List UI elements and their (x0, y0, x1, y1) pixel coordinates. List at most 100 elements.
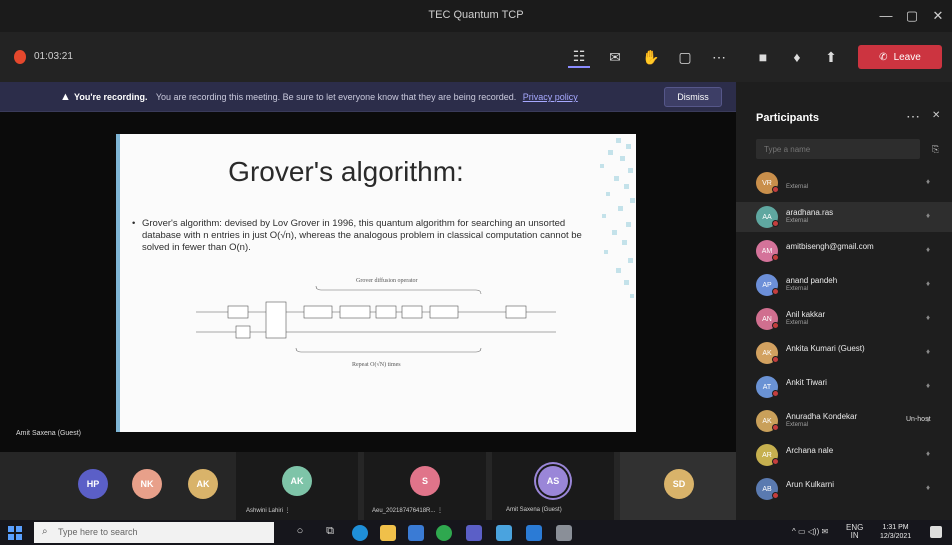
title-bar: TEC Quantum TCP — ▢ ✕ (0, 0, 952, 32)
participant-tile[interactable]: S Aeu_202187476418R... ⋮ (364, 452, 486, 520)
tray-region: IN (850, 531, 859, 540)
participants-panel: Participants ⋯ ✕ ⎘ VRExternal♦AAaradhana… (736, 82, 952, 520)
banner-message: You are recording this meeting. Be sure … (155, 92, 517, 102)
banner-text: You're recording. You are recording this… (74, 92, 578, 102)
more-options-icon[interactable]: ⋯ (906, 108, 920, 125)
participant-avatar: NK (132, 469, 162, 499)
clock-time: 1:31 PM (882, 524, 909, 531)
presenter-name-tag: Amit Saxena (Guest) (16, 430, 81, 437)
participant-name: Ankit Tiwari (786, 378, 827, 387)
mic-icon: ♦ (926, 347, 931, 356)
mic-icon: ♦ (926, 177, 931, 186)
chrome-icon[interactable] (436, 525, 452, 541)
input-language[interactable]: ENG IN (846, 524, 863, 540)
leave-button-label: Leave (893, 51, 921, 63)
participant-tile-name: Aeu_202187476418R... ⋮ (372, 508, 444, 514)
mic-muted-indicator-icon (772, 186, 779, 193)
window-title: TEC Quantum TCP (428, 9, 524, 21)
participant-subtitle: External (786, 184, 809, 190)
participant-tile[interactable]: AK Ashwini Lahiri ⋮ (236, 452, 358, 520)
participant-row[interactable]: AM amitbisengh@gmail.com ♦ (736, 236, 952, 266)
leave-button[interactable]: ✆ Leave (858, 45, 942, 69)
settings-app-icon[interactable] (556, 525, 572, 541)
slide-title: Grover's algorithm: (228, 156, 464, 187)
participant-tile-group[interactable]: HP NK AK (60, 452, 230, 520)
participant-avatar: AS (538, 466, 568, 496)
participant-row[interactable]: AK Anuradha Kondekar External Un-host ♦ (736, 406, 952, 436)
share-screen-icon[interactable]: ⬆ (820, 46, 842, 68)
people-icon[interactable]: ☷ (568, 46, 590, 68)
participant-row[interactable]: AK Ankita Kumari (Guest) ♦ (736, 338, 952, 368)
chat-icon[interactable]: ✉ (604, 46, 626, 68)
presentation-slide: Grover's algorithm: • Grover's algorithm… (116, 134, 636, 432)
circuit-bottom-label: Repeat O(√N) times (352, 361, 401, 368)
participant-row[interactable]: AB Arun Kulkarni ♦ (736, 474, 952, 504)
participant-subtitle: External (786, 286, 809, 292)
participant-tile-name: Ashwini Lahiri ⋮ (246, 508, 291, 514)
tray-icons[interactable]: ^ ▭ ◁)) ✉ (792, 527, 828, 536)
raise-hand-icon[interactable]: ✋ (640, 46, 662, 68)
recording-banner: ▲ You're recording. You are recording th… (0, 82, 736, 112)
mic-icon: ♦ (926, 381, 931, 390)
app-icon[interactable] (496, 525, 512, 541)
camera-icon[interactable]: ■ (752, 46, 774, 68)
close-window-button[interactable]: ✕ (928, 6, 948, 26)
clock-date: 12/3/2021 (880, 533, 912, 540)
taskbar-search[interactable]: ⌕ Type here to search (34, 522, 274, 543)
windows-start-icon[interactable] (8, 526, 22, 540)
circuit-top-label: Grover diffusion operator (356, 277, 418, 284)
participant-row[interactable]: AN Anil kakkar External ♦ (736, 304, 952, 334)
search-icon: ⌕ (42, 526, 48, 537)
share-invite-icon[interactable]: ⎘ (932, 144, 939, 155)
participant-tile-speaking[interactable]: AS Amit Saxena (Guest) (492, 452, 614, 520)
mic-icon: ♦ (926, 415, 931, 424)
edge-browser-icon[interactable] (352, 525, 368, 541)
mic-muted-indicator-icon (772, 288, 779, 295)
mic-muted-indicator-icon (772, 220, 779, 227)
participant-subtitle: External (786, 320, 809, 326)
cortana-icon[interactable]: ○ (292, 525, 308, 541)
slide-body-text: Grover's algorithm: devised by Lov Grove… (142, 218, 582, 253)
maximize-button[interactable]: ▢ (902, 6, 922, 26)
participant-avatar: HP (78, 469, 108, 499)
participant-name: Ankita Kumari (Guest) (786, 344, 865, 353)
recording-indicator-icon (14, 50, 26, 64)
dismiss-button[interactable]: Dismiss (664, 87, 722, 107)
participant-avatar: SD (664, 469, 694, 499)
participant-row[interactable]: VR External ♦ (736, 168, 952, 198)
participant-row[interactable]: AP anand pandeh External ♦ (736, 270, 952, 300)
mic-muted-indicator-icon (772, 458, 779, 465)
privacy-policy-link[interactable]: Privacy policy (523, 92, 578, 102)
participant-avatar: AK (282, 466, 312, 496)
mic-icon: ♦ (926, 449, 931, 458)
mic-icon: ♦ (926, 313, 931, 322)
teams-icon[interactable] (466, 525, 482, 541)
more-actions-icon[interactable]: ⋯ (708, 46, 730, 68)
store-icon[interactable] (408, 525, 424, 541)
participant-row[interactable]: AR Archana nale ♦ (736, 440, 952, 470)
notifications-icon[interactable] (930, 526, 942, 538)
mic-icon: ♦ (926, 245, 931, 254)
participant-name: Arun Kulkarni (786, 480, 835, 489)
grover-circuit-diagram: Grover diffusion operator Repeat O(√N) t… (196, 277, 556, 368)
word-icon[interactable] (526, 525, 542, 541)
participant-tile[interactable]: SD (620, 452, 736, 520)
banner-heading: You're recording. (74, 92, 148, 102)
taskbar-clock[interactable]: 1:31 PM 12/3/2021 (880, 523, 911, 541)
slide-body: • Grover's algorithm: devised by Lov Gro… (132, 218, 602, 254)
participant-row[interactable]: AA aradhana.ras External ♦ (736, 202, 952, 232)
task-view-icon[interactable]: ⧉ (322, 525, 338, 541)
participant-row[interactable]: AT Ankit Tiwari ♦ (736, 372, 952, 402)
breakout-rooms-icon[interactable]: ▢ (674, 46, 696, 68)
microphone-icon[interactable]: ♦ (786, 46, 808, 68)
minimize-button[interactable]: — (876, 6, 896, 26)
file-explorer-icon[interactable] (380, 525, 396, 541)
participant-name: amitbisengh@gmail.com (786, 242, 874, 251)
participant-subtitle: External (786, 422, 809, 428)
mic-icon: ♦ (926, 483, 931, 492)
close-icon[interactable]: ✕ (932, 110, 940, 121)
mic-muted-indicator-icon (772, 390, 779, 397)
participant-search-input[interactable] (756, 139, 920, 159)
participant-name: anand pandeh (786, 276, 838, 285)
panel-title: Participants (756, 112, 819, 124)
